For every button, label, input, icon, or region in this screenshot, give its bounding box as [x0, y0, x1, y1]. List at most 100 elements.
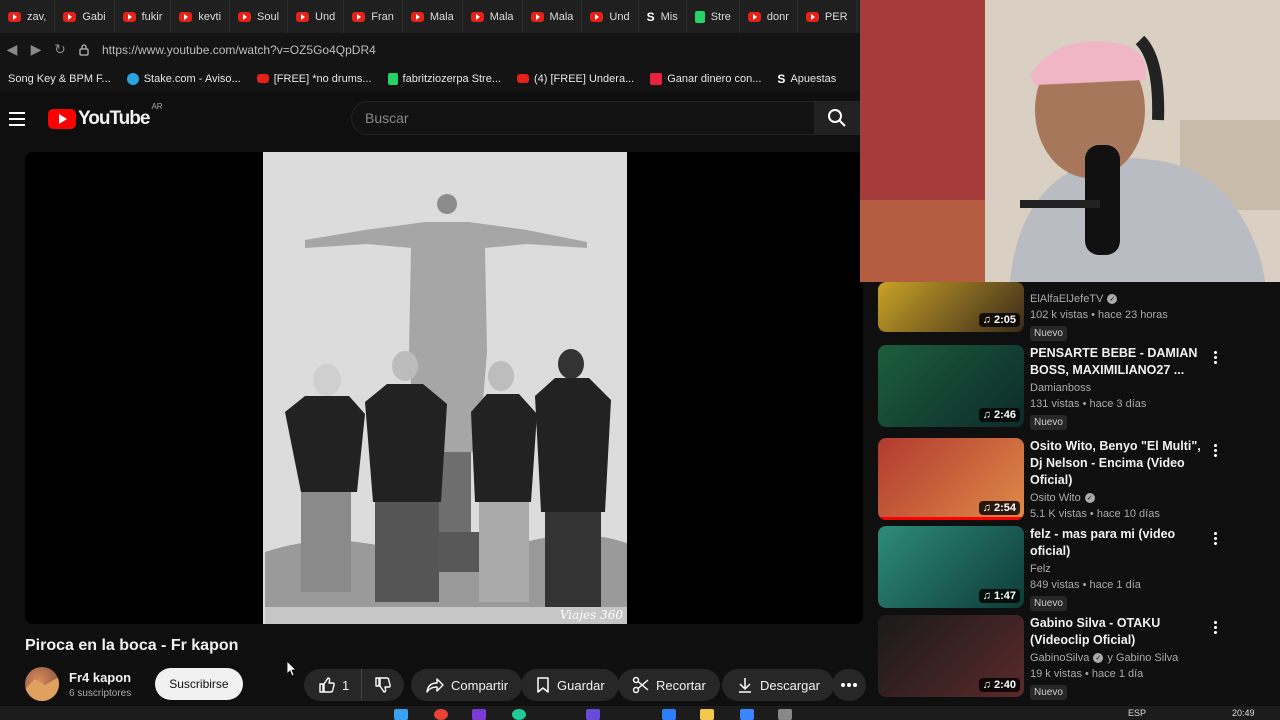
- app-icon[interactable]: [586, 709, 600, 720]
- browser-tab[interactable]: kevti: [171, 0, 231, 33]
- youtube-icon: [530, 11, 544, 22]
- url-field[interactable]: https://www.youtube.com/watch?v=OZ5Go4Qp…: [102, 43, 376, 57]
- youtube-icon: [516, 74, 529, 83]
- folder-icon[interactable]: [700, 709, 714, 720]
- bookmark-label: (4) [FREE] Undera...: [533, 72, 635, 85]
- chrome-icon[interactable]: [434, 709, 448, 720]
- app-icon[interactable]: [512, 709, 526, 720]
- dislike-button[interactable]: [362, 669, 405, 701]
- browser-tab[interactable]: Und: [288, 0, 345, 33]
- search-input[interactable]: Buscar: [351, 101, 815, 135]
- reload-icon[interactable]: ↻: [48, 38, 72, 62]
- recommended-title[interactable]: Gabino Silva - OTAKU (Videoclip Oficial): [1030, 615, 1210, 649]
- browser-tab[interactable]: S Mis: [639, 0, 687, 33]
- browser-tab[interactable]: Mala: [523, 0, 583, 33]
- recommended-title[interactable]: PENSARTE BEBE - DAMIAN BOSS, MAXIMILIANO…: [1030, 345, 1210, 379]
- video-thumbnail[interactable]: ♫ 1:47: [878, 526, 1024, 608]
- tab-label: Gabi: [82, 10, 106, 23]
- download-button[interactable]: Descargar: [722, 669, 834, 701]
- more-options-icon[interactable]: [1214, 351, 1217, 364]
- youtube-icon: [296, 11, 310, 22]
- browser-tab[interactable]: Mala: [463, 0, 523, 33]
- duration-badge: ♫ 2:40: [978, 678, 1020, 692]
- tab-label: donr: [766, 10, 789, 23]
- stake-icon: S: [777, 71, 786, 86]
- language-indicator[interactable]: ESP: [1128, 708, 1146, 718]
- tab-label: kevti: [198, 10, 222, 23]
- bookmark-item[interactable]: S Apuestas: [769, 72, 844, 86]
- menu-icon[interactable]: [0, 112, 34, 126]
- bookmark-item[interactable]: (4) [FREE] Undera...: [509, 73, 642, 85]
- save-button[interactable]: Guardar: [521, 669, 619, 701]
- more-options-icon[interactable]: [1214, 621, 1217, 634]
- bookmark-item[interactable]: Song Key & BPM F...: [0, 73, 119, 85]
- clip-button[interactable]: Recortar: [618, 669, 720, 701]
- browser-tab[interactable]: Soul: [230, 0, 289, 33]
- channel-label: Damianboss: [1030, 382, 1092, 394]
- channel-avatar[interactable]: [25, 667, 59, 701]
- telegram-icon: [126, 72, 139, 85]
- share-button[interactable]: Compartir: [411, 669, 523, 701]
- more-options-icon[interactable]: [1214, 532, 1217, 545]
- bookmark-item[interactable]: Stake.com - Aviso...: [119, 72, 249, 85]
- youtube-logo[interactable]: YouTube AR: [48, 102, 163, 130]
- browser-tab[interactable]: Und: [582, 0, 639, 33]
- like-count: 1: [342, 677, 350, 693]
- app-icon[interactable]: [472, 709, 486, 720]
- video-title: Piroca en la boca - Fr kapon: [25, 637, 239, 654]
- browser-tab[interactable]: Stre: [687, 0, 740, 33]
- video-player[interactable]: Viajes 360: [25, 152, 863, 624]
- app-icon[interactable]: [740, 709, 754, 720]
- recommended-channel[interactable]: Felz: [1030, 563, 1210, 575]
- duration-text: 2:05: [993, 314, 1016, 326]
- youtube-icon: [747, 11, 761, 22]
- browser-tab[interactable]: Gabi: [55, 0, 115, 33]
- browser-tab[interactable]: Fran: [344, 0, 403, 33]
- browser-tab[interactable]: donr: [740, 0, 798, 33]
- recommended-title[interactable]: felz - mas para mi (video oficial): [1030, 526, 1210, 560]
- browser-tab[interactable]: Mala: [403, 0, 463, 33]
- recommended-channel[interactable]: Damianboss: [1030, 382, 1210, 394]
- like-dislike-group: 1: [304, 669, 405, 701]
- bookmark-item[interactable]: Ganar dinero con...: [642, 72, 769, 85]
- video-thumbnail[interactable]: ♫ 2:46: [878, 345, 1024, 427]
- clock[interactable]: 20:49: [1232, 708, 1255, 718]
- duration-text: 2:40: [993, 679, 1016, 691]
- recommended-channel[interactable]: Osito Wito ✓: [1030, 492, 1210, 504]
- app-icon[interactable]: [662, 709, 676, 720]
- recommended-channel[interactable]: ElAlfaElJefeTV ✓: [1030, 293, 1210, 305]
- video-thumbnail[interactable]: ♫ 2:05: [878, 282, 1024, 332]
- browser-tab[interactable]: PER: [798, 0, 857, 33]
- thumbs-down-icon: [375, 677, 392, 693]
- download-label: Descargar: [760, 677, 820, 693]
- more-options-icon[interactable]: [1214, 444, 1217, 457]
- search-icon: [828, 109, 846, 127]
- like-button[interactable]: 1: [304, 669, 363, 701]
- kick-icon: [387, 72, 398, 85]
- channel-name[interactable]: Fr4 kapon: [69, 670, 131, 685]
- youtube-icon: [410, 11, 424, 22]
- search-button[interactable]: [814, 101, 860, 135]
- youtube-header: YouTube AR Buscar: [0, 91, 860, 147]
- recommended-title[interactable]: Osito Wito, Benyo "El Multi", Dj Nelson …: [1030, 438, 1210, 489]
- more-actions-button[interactable]: [832, 669, 866, 701]
- video-thumbnail[interactable]: ♫ 2:54: [878, 438, 1024, 520]
- bookmark-item[interactable]: [FREE] *no drums...: [249, 73, 380, 85]
- forward-icon[interactable]: ▶: [24, 38, 48, 62]
- subscribe-button[interactable]: Suscribirse: [155, 668, 243, 700]
- lock-icon[interactable]: [72, 38, 96, 62]
- back-icon[interactable]: ◀: [0, 38, 24, 62]
- browser-tab[interactable]: fukir: [115, 0, 172, 33]
- browser-tab[interactable]: zav,: [0, 0, 56, 33]
- tab-label: Fran: [371, 10, 394, 23]
- bookmark-item[interactable]: fabritziozerpa Stre...: [380, 72, 509, 85]
- windows-start-icon[interactable]: [394, 709, 408, 720]
- view-count: 131 vistas • hace 3 días: [1030, 398, 1147, 410]
- duration-badge: ♫ 2:54: [978, 501, 1020, 515]
- video-image: [265, 152, 627, 624]
- video-thumbnail[interactable]: ♫ 2:40: [878, 615, 1024, 697]
- youtube-icon: [238, 11, 252, 22]
- tab-label: Stre: [710, 10, 731, 23]
- recommended-channel[interactable]: GabinoSilva ✓ y Gabino Silva: [1030, 652, 1210, 664]
- app-icon[interactable]: [778, 709, 792, 720]
